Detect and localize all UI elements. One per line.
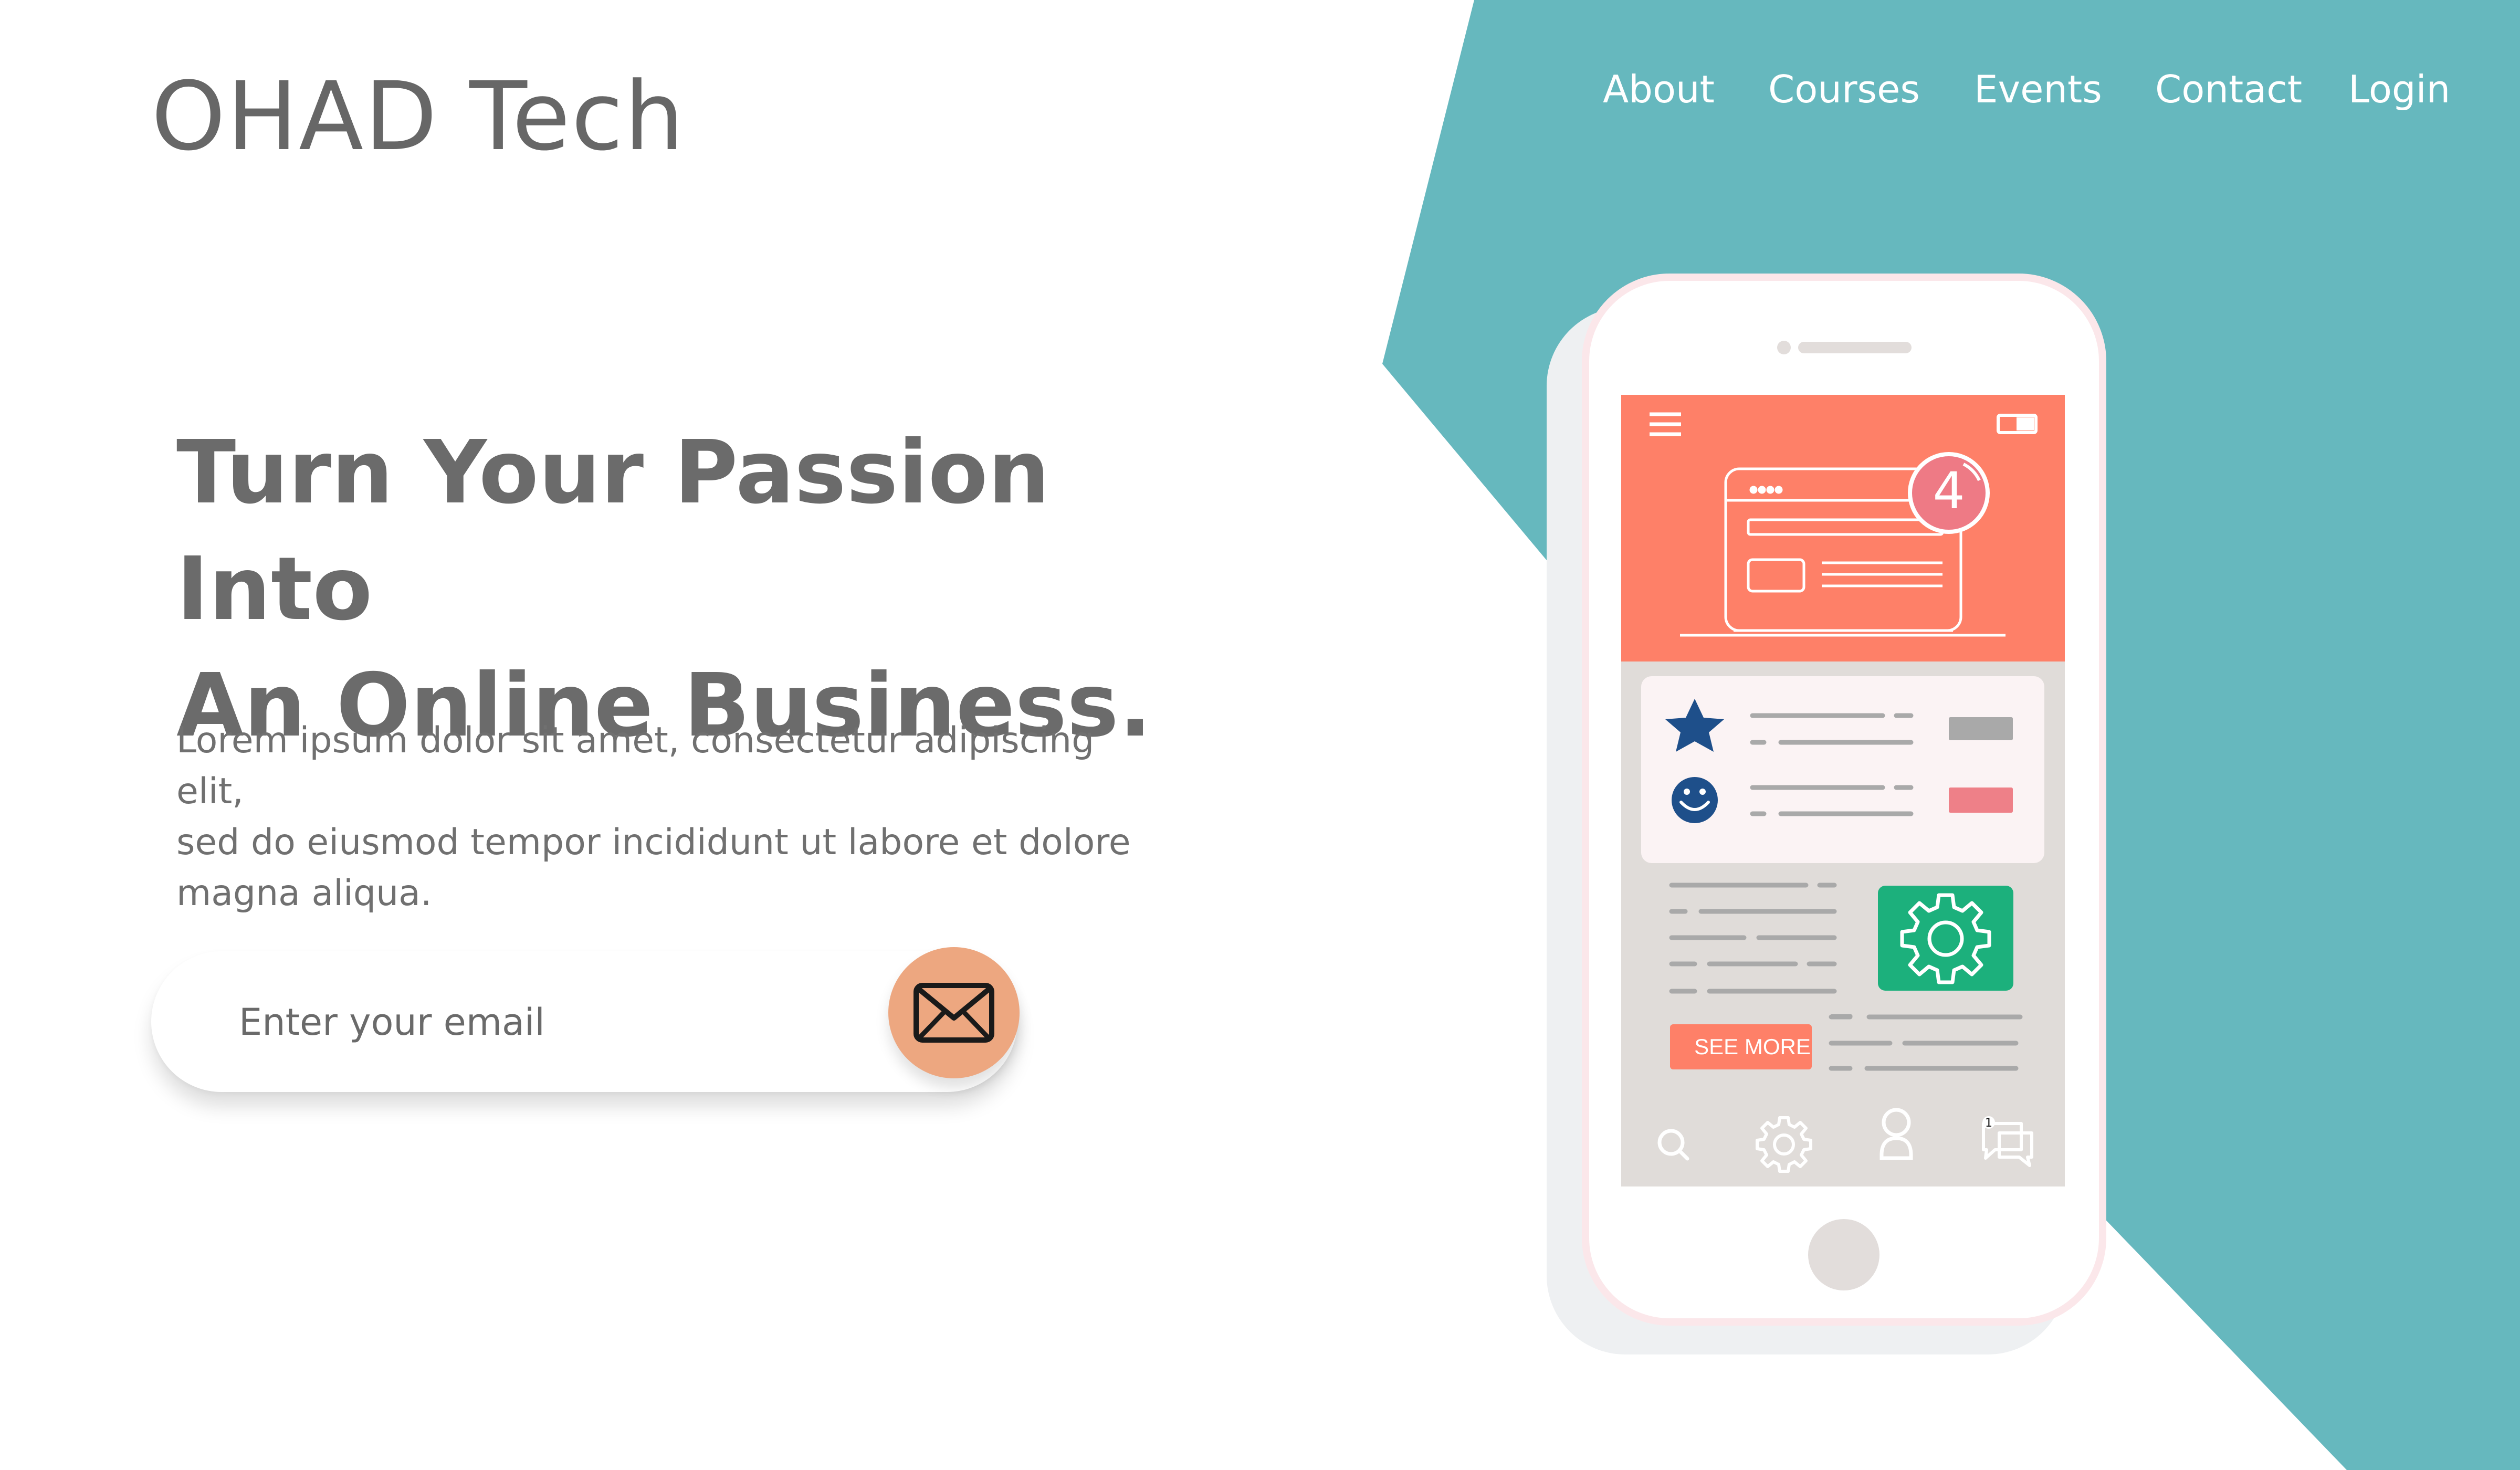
chat-badge-count: 1 [1985, 1117, 1992, 1130]
nav-link-login[interactable]: Login [2348, 67, 2450, 111]
see-more-label: SEE MORE [1694, 1034, 1811, 1059]
hero-headline-line-1: Turn Your Passion Into [176, 422, 1050, 640]
nav-link-contact[interactable]: Contact [2155, 67, 2302, 111]
hero-description: Lorem ipsum dolor sit amet, consectetur … [176, 715, 1163, 919]
hero-headline: Turn Your Passion Into An Online Busines… [176, 415, 1174, 764]
hero-description-line-2: sed do eiusmod tempor incididunt ut labo… [176, 822, 1131, 863]
nav-link-about[interactable]: About [1603, 67, 1715, 111]
list-item-tag-2 [1949, 788, 2013, 813]
home-button[interactable] [1808, 1219, 1880, 1290]
nav-link-courses[interactable]: Courses [1768, 67, 1920, 111]
email-submit-button[interactable] [888, 947, 1020, 1078]
hero-description-line-1: Lorem ipsum dolor sit amet, consectetur … [176, 720, 1095, 812]
notification-badge[interactable]: 4 [1908, 452, 1990, 534]
gear-card[interactable] [1878, 886, 2013, 991]
envelope-icon [914, 983, 994, 1043]
notification-count: 4 [1933, 461, 1965, 520]
smiley-icon [1672, 777, 1718, 823]
list-item-tag-1 [1949, 717, 2013, 740]
see-more-button[interactable]: SEE MORE [1670, 1024, 1812, 1069]
email-signup-form [151, 947, 1020, 1092]
main-nav: About Courses Events Contact Login [0, 67, 2520, 120]
email-input[interactable] [238, 985, 975, 1059]
hero-description-line-3: magna aliqua. [176, 873, 432, 914]
nav-link-events[interactable]: Events [1974, 67, 2102, 111]
